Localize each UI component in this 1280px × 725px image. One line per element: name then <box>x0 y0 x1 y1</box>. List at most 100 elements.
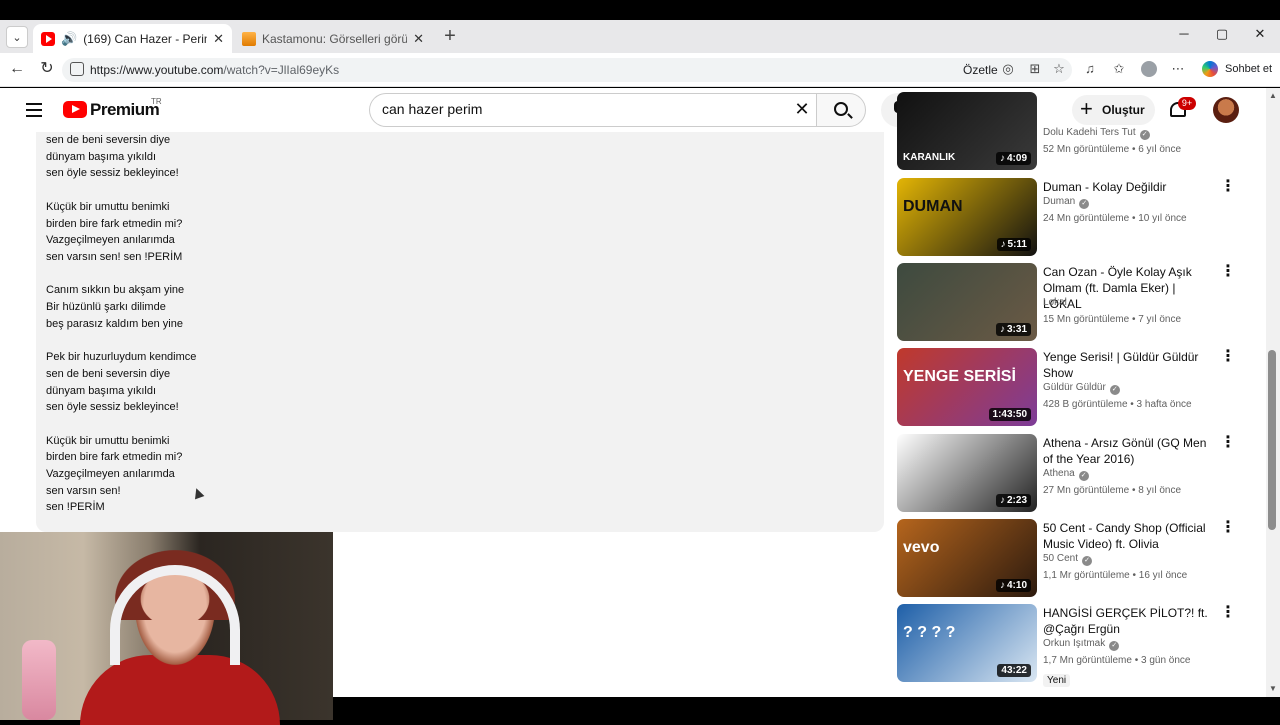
lyric-line: sen öyle sessiz bekleyince! <box>46 167 179 180</box>
video-title[interactable]: Can Ozan - Öyle Kolay Aşık Olmam (ft. Da… <box>1043 264 1213 312</box>
tab-kastamonu[interactable]: Kastamonu: Görselleri görüntüle ✕ <box>234 24 432 53</box>
verified-icon: ✓ <box>1109 385 1120 395</box>
more-actions-icon[interactable]: ⋮ <box>1220 520 1236 536</box>
verified-icon: ✓ <box>1109 641 1120 651</box>
chat-button[interactable]: Sohbet et <box>1225 63 1272 75</box>
more-actions-icon[interactable]: ⋮ <box>1220 349 1236 365</box>
search-icon[interactable] <box>834 102 848 116</box>
music-note-icon: ♪ <box>999 580 1005 591</box>
channel-name[interactable]: Güldür Güldür ✓ <box>1043 382 1120 395</box>
video-meta: 1,1 Mr görüntüleme • 16 yıl önce <box>1043 570 1188 581</box>
more-actions-icon[interactable]: ⋮ <box>1220 605 1236 621</box>
notification-badge: 9+ <box>1178 97 1196 110</box>
create-label[interactable]: Oluştur <box>1102 103 1145 117</box>
tab-title: Kastamonu: Görselleri görüntüle <box>262 31 408 46</box>
favorite-star-icon[interactable]: ☆ <box>1051 61 1067 77</box>
video-thumbnail[interactable]: DUMAN ♪ 5:11 <box>897 178 1037 256</box>
tab-youtube[interactable]: 🔊 (169) Can Hazer - Perim - You ✕ <box>33 24 232 53</box>
reload-icon[interactable]: ↻ <box>37 60 57 80</box>
scroll-up-icon[interactable]: ▲ <box>1268 91 1278 100</box>
close-tab-icon[interactable]: ✕ <box>213 31 224 47</box>
thumbnail-text: KARANLIK <box>903 152 956 163</box>
url-text[interactable]: https://www.youtube.com/watch?v=JlIal69e… <box>90 63 339 77</box>
channel-name-text[interactable]: Güldür Güldür <box>1043 382 1106 393</box>
video-thumbnail[interactable]: vevo ♪ 4:10 <box>897 519 1037 597</box>
screen: ⌄ 🔊 (169) Can Hazer - Perim - You ✕ Kast… <box>0 0 1280 725</box>
verified-icon: ✓ <box>1079 199 1090 209</box>
lyric-line: Vazgeçilmeyen anılarımda <box>46 234 175 247</box>
menu-icon[interactable] <box>26 103 42 117</box>
channel-name-text[interactable]: Lokal <box>1043 297 1067 308</box>
video-thumbnail[interactable]: ? ? ? ? 43:22 <box>897 604 1037 682</box>
channel-name[interactable]: Lokal <box>1043 297 1067 308</box>
thumbnail-text: DUMAN <box>903 198 963 215</box>
minimize-icon[interactable]: ─ <box>1174 26 1194 41</box>
duration-text: 2:23 <box>1006 495 1027 506</box>
channel-name[interactable]: Orkun Işıtmak ✓ <box>1043 638 1120 651</box>
lyric-line: Canım sıkkın bu akşam yine <box>46 284 185 297</box>
youtube-logo-icon[interactable] <box>63 101 87 118</box>
scrollbar-thumb[interactable] <box>1268 350 1276 530</box>
verified-icon: ✓ <box>1078 471 1089 481</box>
channel-name[interactable]: Athena ✓ <box>1043 468 1089 481</box>
avatar[interactable] <box>1213 97 1239 123</box>
app-install-icon[interactable]: ⊞ <box>1027 61 1043 77</box>
more-actions-icon[interactable]: ⋮ <box>1220 435 1236 451</box>
video-thumbnail[interactable]: ♪ 2:23 <box>897 434 1037 512</box>
video-meta: 428 B görüntüleme • 3 hafta önce <box>1043 399 1192 410</box>
scroll-down-icon[interactable]: ▼ <box>1268 684 1278 693</box>
video-meta: 1,7 Mn görüntüleme • 3 gün önce <box>1043 655 1191 666</box>
new-tab-button[interactable]: + <box>440 26 460 47</box>
channel-name-text[interactable]: Dolu Kadehi Ters Tut <box>1043 127 1136 138</box>
close-window-icon[interactable]: ✕ <box>1250 26 1270 42</box>
verified-icon: ✓ <box>1139 130 1150 140</box>
channel-name-text[interactable]: Athena <box>1043 468 1075 479</box>
video-thumbnail[interactable]: YENGE SERİSİ 1:43:50 <box>897 348 1037 426</box>
close-tab-icon[interactable]: ✕ <box>413 31 424 47</box>
url-host: https://www.youtube.com <box>90 63 224 77</box>
duration-text: 5:11 <box>1007 239 1027 250</box>
video-title[interactable]: HANGİSİ GERÇEK PİLOT?! ft. @Çağrı Ergün <box>1043 605 1213 637</box>
verified-icon: ✓ <box>1082 556 1093 566</box>
lyric-line: sen de beni seversin diye <box>46 367 171 380</box>
back-icon[interactable]: ← <box>7 60 27 80</box>
tab-list-button[interactable]: ⌄ <box>6 26 28 48</box>
tab-title: (169) Can Hazer - Perim - You <box>83 31 207 46</box>
favorites-icon[interactable]: ✩ <box>1111 61 1127 77</box>
thumbnail-text: YENGE SERİSİ <box>903 368 1016 385</box>
video-title[interactable]: Duman - Kolay Değildir <box>1043 179 1213 195</box>
channel-name-text[interactable]: Orkun Işıtmak <box>1043 638 1105 649</box>
duration-text: 4:09 <box>1006 153 1027 164</box>
copilot-icon[interactable] <box>1202 61 1218 77</box>
maximize-icon[interactable]: ▢ <box>1212 26 1232 42</box>
video-thumbnail[interactable]: ♪ 3:31 <box>897 263 1037 341</box>
lyric-line: beş parasız kaldım ben yine <box>46 317 183 330</box>
youtube-brand[interactable]: Premium <box>90 100 160 120</box>
more-actions-icon[interactable]: ⋮ <box>1220 264 1236 280</box>
channel-name-text[interactable]: Duman <box>1043 196 1075 207</box>
lyric-line: Pek bir huzurluydum kendimce <box>46 351 197 364</box>
more-menu-icon[interactable]: ⋯ <box>1170 61 1186 77</box>
speaker-icon[interactable]: 🔊 <box>61 31 77 47</box>
summarize-icon[interactable]: ◎ <box>1000 61 1016 77</box>
channel-name-text[interactable]: 50 Cent <box>1043 553 1078 564</box>
more-actions-icon[interactable]: ⋮ <box>1220 179 1236 195</box>
clear-search-icon[interactable]: ✕ <box>792 99 812 120</box>
video-title[interactable]: Athena - Arsız Gönül (GQ Men of the Year… <box>1043 435 1213 467</box>
channel-name[interactable]: 50 Cent ✓ <box>1043 553 1093 566</box>
channel-name[interactable]: Duman ✓ <box>1043 196 1090 209</box>
site-info-icon[interactable] <box>70 62 84 76</box>
summarize-button[interactable]: Özetle <box>963 63 998 77</box>
video-meta: 27 Mn görüntüleme • 8 yıl önce <box>1043 485 1182 496</box>
video-thumbnail[interactable]: KARANLIK ♪ 4:09 <box>897 92 1037 170</box>
video-title[interactable]: 50 Cent - Candy Shop (Official Music Vid… <box>1043 520 1213 552</box>
lyric-line: sen !PERİM <box>46 501 105 514</box>
video-title[interactable]: Yenge Serisi! | Güldür Güldür Show <box>1043 349 1213 381</box>
media-control-icon[interactable]: ♫ <box>1082 61 1098 77</box>
music-note-icon: ♪ <box>999 153 1005 164</box>
channel-name[interactable]: Dolu Kadehi Ters Tut ✓ <box>1043 127 1150 140</box>
profile-icon[interactable] <box>1141 61 1157 77</box>
search-input[interactable] <box>382 101 762 117</box>
plus-icon[interactable]: + <box>1080 98 1093 120</box>
youtube-favicon-icon <box>41 31 55 46</box>
